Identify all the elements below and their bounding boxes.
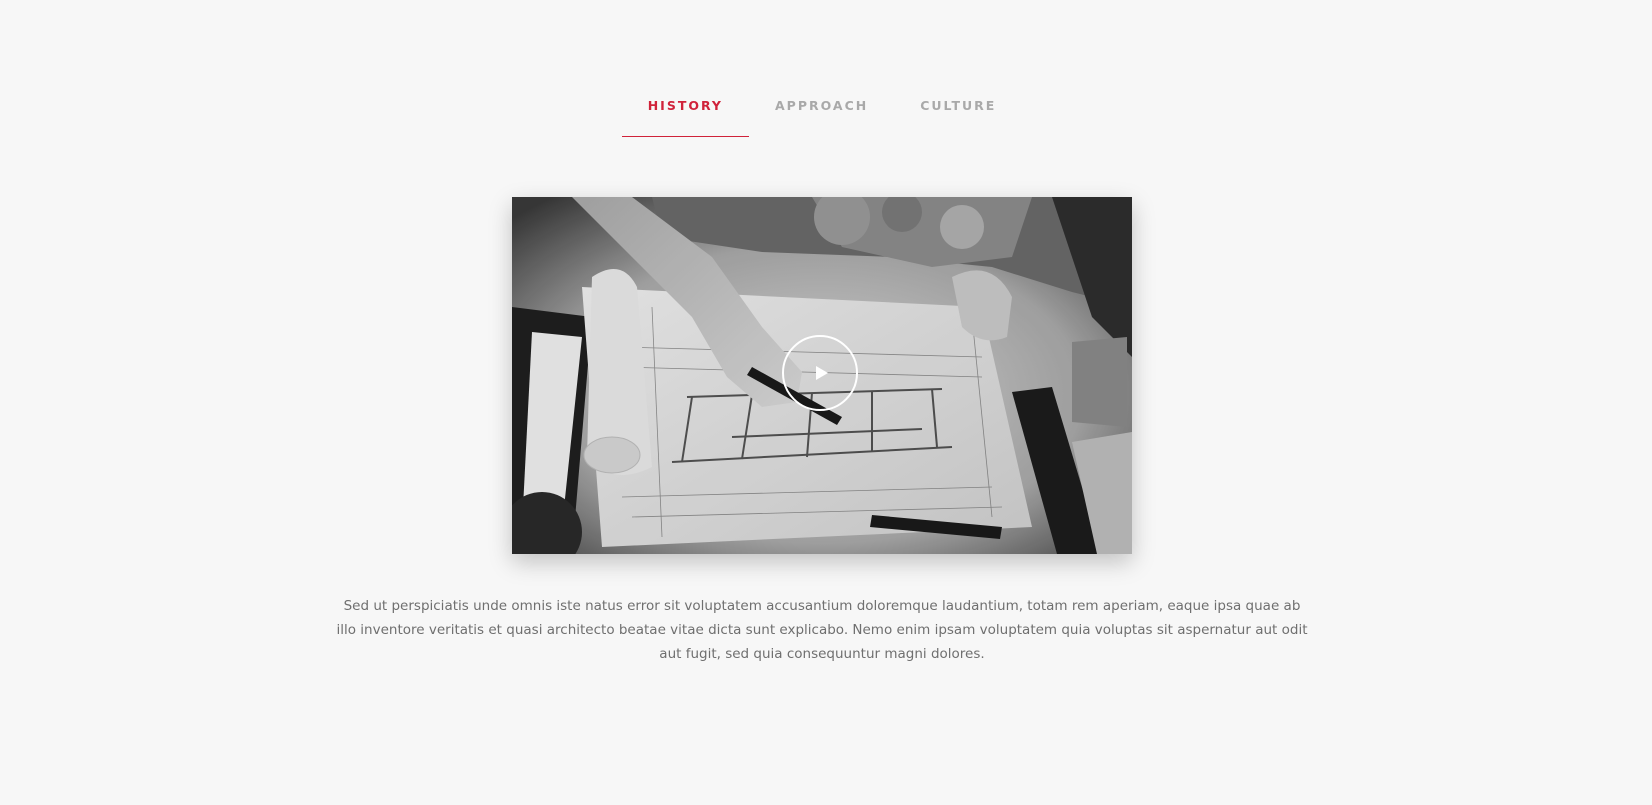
description-text: Sed ut perspiciatis unde omnis iste natu… — [336, 598, 1308, 662]
play-icon — [816, 366, 828, 380]
tab-approach[interactable]: APPROACH — [749, 84, 894, 137]
tab-culture[interactable]: CULTURE — [894, 84, 1022, 137]
page: HISTORY APPROACH CULTURE Sed ut perspici… — [0, 0, 1652, 805]
tab-culture-label: CULTURE — [920, 98, 997, 113]
video-player[interactable] — [512, 197, 1132, 554]
tab-group: HISTORY APPROACH CULTURE — [621, 84, 1023, 137]
tab-history-label: HISTORY — [647, 98, 723, 113]
play-button[interactable] — [782, 335, 858, 411]
tab-bar: HISTORY APPROACH CULTURE — [0, 84, 1652, 137]
tab-approach-label: APPROACH — [774, 98, 869, 113]
tab-history[interactable]: HISTORY — [621, 84, 750, 137]
